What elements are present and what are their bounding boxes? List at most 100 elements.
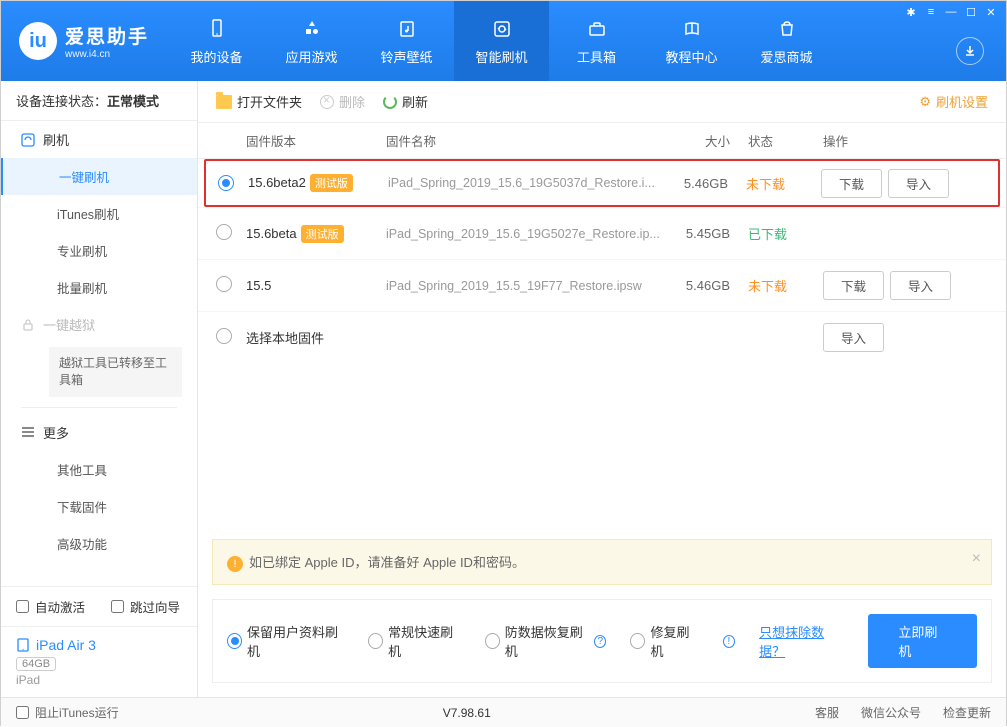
sidebar: 设备连接状态：正常模式 刷机 一键刷机 iTunes刷机 专业刷机 批量刷机 一… (1, 81, 198, 697)
firmware-size: 5.46GB (666, 176, 746, 191)
import-button[interactable]: 导入 (890, 271, 951, 300)
sidebar-other-tools[interactable]: 其他工具 (1, 451, 197, 488)
firmware-name: iPad_Spring_2019_15.6_19G5027e_Restore.i… (386, 227, 668, 241)
firmware-status: 未下载 (746, 174, 821, 193)
table-header: 固件版本 固件名称 大小 状态 操作 (198, 123, 1006, 159)
footer-wechat[interactable]: 微信公众号 (861, 704, 921, 721)
sidebar-pro-flash[interactable]: 专业刷机 (1, 232, 197, 269)
delete-button[interactable]: 删除 (320, 92, 365, 111)
row-radio[interactable] (216, 276, 232, 292)
sidebar-more[interactable]: 更多 (1, 414, 197, 451)
flash-settings-button[interactable]: ⚙刷机设置 (919, 92, 988, 111)
sidebar-flash[interactable]: 刷机 (1, 121, 197, 158)
lock-icon (21, 318, 35, 332)
nav-my-device[interactable]: 我的设备 (169, 1, 264, 81)
content: 打开文件夹 删除 刷新 ⚙刷机设置 固件版本 固件名称 大小 状态 操作 15.… (198, 81, 1006, 697)
folder-icon (216, 95, 232, 109)
opt-anti-recovery[interactable]: 防数据恢复刷机? (485, 622, 607, 660)
sidebar-download-fw[interactable]: 下载固件 (1, 488, 197, 525)
flash-options: 保留用户资料刷机 常规快速刷机 防数据恢复刷机? 修复刷机 ! 只想抹除数据？ … (212, 599, 992, 683)
header: iu 爱思助手 www.i4.cn 我的设备 应用游戏 铃声壁纸 智能刷机 工具… (1, 1, 1006, 81)
info-icon[interactable]: ? (594, 635, 606, 648)
table-row[interactable]: 15.5iPad_Spring_2019_15.5_19F77_Restore.… (198, 259, 1006, 311)
close-icon[interactable]: ✕ (982, 5, 1000, 19)
nav-flash[interactable]: 智能刷机 (454, 1, 549, 81)
device-icon (205, 17, 229, 41)
refresh-icon (383, 95, 397, 109)
opt-repair-flash[interactable]: 修复刷机 (630, 622, 698, 660)
nav-toolbox[interactable]: 工具箱 (549, 1, 644, 81)
firmware-version: 15.5 (246, 278, 271, 293)
firmware-status: 未下载 (748, 276, 823, 295)
logo-icon: iu (19, 22, 57, 60)
download-button[interactable]: 下载 (821, 169, 882, 198)
import-button[interactable]: 导入 (823, 323, 884, 352)
list-icon[interactable]: ≡ (922, 5, 940, 19)
auto-activate-checkbox[interactable] (16, 600, 29, 613)
firmware-status: 已下载 (748, 224, 823, 243)
toolbox-icon (585, 17, 609, 41)
refresh-button[interactable]: 刷新 (383, 92, 428, 111)
titlebar-buttons: ✱ ≡ — ☐ ✕ (902, 5, 1000, 19)
firmware-size: 5.45GB (668, 226, 748, 241)
row-radio[interactable] (216, 328, 232, 344)
info-icon-2[interactable]: ! (723, 635, 735, 648)
music-icon (395, 17, 419, 41)
nav-store[interactable]: 爱思商城 (739, 1, 834, 81)
apps-icon (300, 17, 324, 41)
table-row[interactable]: 15.6beta测试版iPad_Spring_2019_15.6_19G5027… (198, 207, 1006, 259)
row-radio[interactable] (216, 224, 232, 240)
sidebar-batch-flash[interactable]: 批量刷机 (1, 269, 197, 306)
flash-small-icon (21, 133, 35, 147)
book-icon (680, 17, 704, 41)
toolbar: 打开文件夹 删除 刷新 ⚙刷机设置 (198, 81, 1006, 123)
device-name: iPad Air 3 (16, 637, 182, 653)
firmware-version: 选择本地固件 (246, 331, 324, 346)
warn-icon: ! (227, 556, 243, 572)
notice-bar: !如已绑定 Apple ID，请准备好 Apple ID和密码。 × (212, 539, 992, 585)
download-button[interactable] (956, 37, 984, 65)
jailbreak-note: 越狱工具已转移至工具箱 (49, 347, 182, 397)
nav: 我的设备 应用游戏 铃声壁纸 智能刷机 工具箱 教程中心 爱思商城 (169, 1, 834, 81)
auto-activate-row: 自动激活 跳过向导 (1, 587, 197, 626)
app-title: 爱思助手 (65, 22, 149, 49)
gear-icon: ⚙ (919, 94, 931, 110)
device-storage: 64GB (16, 657, 56, 671)
opt-keep-data[interactable]: 保留用户资料刷机 (227, 622, 344, 660)
firmware-version: 15.6beta2 (248, 175, 306, 190)
flash-now-button[interactable]: 立即刷机 (868, 614, 977, 668)
app-site: www.i4.cn (65, 49, 149, 60)
block-itunes-checkbox[interactable] (16, 706, 29, 719)
maximize-icon[interactable]: ☐ (962, 5, 980, 19)
nav-ringtones[interactable]: 铃声壁纸 (359, 1, 454, 81)
minimize-icon[interactable]: — (942, 5, 960, 19)
nav-apps[interactable]: 应用游戏 (264, 1, 359, 81)
opt-fast-flash[interactable]: 常规快速刷机 (368, 622, 461, 660)
erase-link[interactable]: 只想抹除数据？ (759, 622, 844, 660)
footer: 阻止iTunes运行 V7.98.61 客服 微信公众号 检查更新 (1, 697, 1006, 727)
nav-tutorials[interactable]: 教程中心 (644, 1, 739, 81)
delete-icon (320, 95, 334, 109)
app-version: V7.98.61 (139, 706, 795, 720)
device-info[interactable]: iPad Air 3 64GB iPad (1, 626, 197, 697)
skip-guide-checkbox[interactable] (111, 600, 124, 613)
footer-update[interactable]: 检查更新 (943, 704, 991, 721)
table-row[interactable]: 选择本地固件 导入 (198, 311, 1006, 363)
beta-badge: 测试版 (310, 174, 353, 192)
download-button[interactable]: 下载 (823, 271, 884, 300)
import-button[interactable]: 导入 (888, 169, 949, 198)
flash-icon (490, 17, 514, 41)
sidebar-oneclick-flash[interactable]: 一键刷机 (1, 158, 197, 195)
notice-close-icon[interactable]: × (972, 550, 981, 568)
sidebar-advanced[interactable]: 高级功能 (1, 525, 197, 562)
open-folder-button[interactable]: 打开文件夹 (216, 92, 302, 111)
sidebar-jailbreak: 一键越狱 (1, 306, 197, 343)
store-icon (775, 17, 799, 41)
firmware-size: 5.46GB (668, 278, 748, 293)
table-row[interactable]: 15.6beta2测试版iPad_Spring_2019_15.6_19G503… (204, 159, 1000, 207)
row-radio[interactable] (218, 175, 234, 191)
sidebar-itunes-flash[interactable]: iTunes刷机 (1, 195, 197, 232)
menu-icon[interactable]: ✱ (902, 5, 920, 19)
device-type: iPad (16, 673, 182, 687)
footer-support[interactable]: 客服 (815, 704, 839, 721)
